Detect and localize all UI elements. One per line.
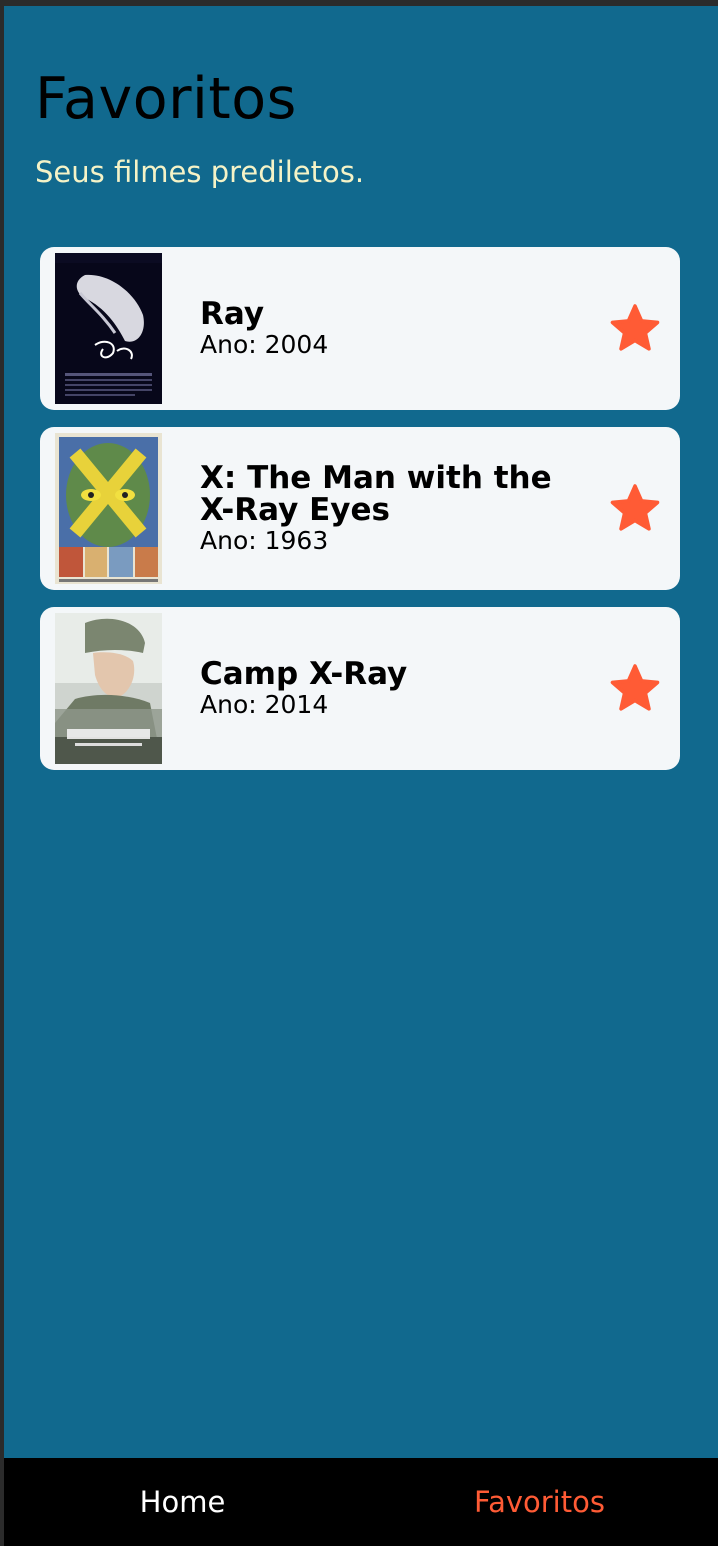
movie-year: Ano: 1963 — [200, 525, 329, 555]
movie-poster — [55, 253, 162, 404]
movie-year: Ano: 2014 — [200, 689, 329, 719]
movie-year: Ano: 2004 — [200, 329, 329, 359]
movie-info: X: The Man with the X-Ray Eyes Ano: 1963 — [200, 427, 570, 590]
movie-info: Ray Ano: 2004 — [200, 247, 570, 410]
page-title: Favoritos — [35, 66, 297, 132]
bottom-navigation: Home Favoritos — [4, 1458, 718, 1546]
star-icon[interactable] — [608, 302, 662, 356]
movie-card[interactable]: X: The Man with the X-Ray Eyes Ano: 1963 — [40, 427, 680, 590]
movie-title: Camp X-Ray — [200, 655, 408, 692]
page-subtitle: Seus filmes prediletos. — [35, 155, 365, 189]
movie-card[interactable]: Camp X-Ray Ano: 2014 — [40, 607, 680, 770]
star-icon[interactable] — [608, 662, 662, 716]
movie-title: X: The Man with the X-Ray Eyes — [200, 459, 552, 528]
nav-favorites-button[interactable]: Favoritos — [361, 1458, 718, 1546]
movie-title: Ray — [200, 295, 265, 332]
movie-info: Camp X-Ray Ano: 2014 — [200, 607, 570, 770]
star-icon[interactable] — [608, 482, 662, 536]
movie-poster — [55, 433, 162, 584]
movie-poster — [55, 613, 162, 764]
app-screen: Favoritos Seus filmes prediletos. Ray An… — [4, 6, 718, 1546]
favorites-list: Ray Ano: 2004 X: The Man with the X-Ray … — [40, 247, 680, 787]
movie-card[interactable]: Ray Ano: 2004 — [40, 247, 680, 410]
nav-home-button[interactable]: Home — [4, 1458, 361, 1546]
